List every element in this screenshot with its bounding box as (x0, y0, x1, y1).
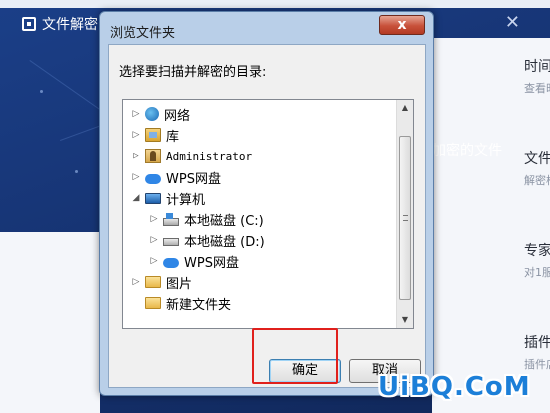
feature-sub-file: 解密核 (524, 174, 550, 187)
tree-item-computer[interactable]: ◢ 计算机 (131, 188, 205, 208)
tree-item-label: Administrator (166, 149, 253, 163)
app-left-panel (0, 232, 100, 413)
app-close-icon[interactable]: ✕ (505, 12, 520, 33)
tree-item-drive-c[interactable]: ▷ 本地磁盘 (C:) (149, 209, 264, 229)
decor-dot (75, 170, 78, 173)
feature-title-expert: 专家 (524, 243, 550, 259)
cloud-icon (145, 173, 161, 184)
user-folder-icon (145, 149, 161, 163)
drive-d-icon (163, 238, 179, 246)
tree-item-label: WPS网盘 (184, 255, 239, 271)
feature-sub-time: 查看时 (524, 82, 550, 95)
expand-arrow-icon[interactable]: ▷ (131, 151, 141, 161)
app-mid-text: 加密的文件 (432, 143, 502, 159)
grip-icon (403, 215, 408, 221)
lock-icon (22, 17, 36, 31)
dialog-prompt: 选择要扫描并解密的目录: (119, 65, 267, 80)
scrollbar-thumb[interactable] (399, 136, 411, 300)
tree-item-wps-cloud-sub[interactable]: ▷ WPS网盘 (149, 251, 239, 271)
tree-item-label: 网络 (164, 108, 191, 124)
tree-item-new-folder[interactable]: 新建文件夹 (131, 293, 231, 313)
network-globe-icon (145, 107, 159, 121)
tree-item-library[interactable]: ▷ 库 (131, 125, 179, 145)
expand-arrow-icon[interactable]: ▷ (149, 214, 159, 224)
dialog-close-button[interactable]: x (379, 15, 425, 35)
library-icon (145, 128, 161, 142)
expand-arrow-icon[interactable]: ▷ (149, 256, 159, 266)
tree-item-drive-d[interactable]: ▷ 本地磁盘 (D:) (149, 230, 265, 250)
scroll-up-arrow-icon[interactable]: ▲ (397, 100, 413, 116)
tree-item-label: 计算机 (166, 192, 206, 208)
dialog-title: 浏览文件夹 (110, 26, 176, 41)
folder-icon (145, 276, 161, 288)
feature-sub-plugin: 插件店 (524, 358, 550, 371)
drive-c-icon (163, 212, 179, 226)
ok-highlight-box (252, 328, 338, 384)
expand-arrow-icon[interactable]: ▷ (131, 172, 141, 182)
feature-title-time: 时间 (524, 59, 550, 75)
tree-item-label: 图片 (166, 276, 193, 292)
feature-title-file: 文件 (524, 151, 550, 167)
computer-icon (145, 192, 161, 204)
expand-arrow-icon[interactable]: ▷ (149, 235, 159, 245)
app-title-label: 文件解密 (42, 17, 98, 33)
expand-arrow-icon[interactable]: ▷ (131, 130, 141, 140)
watermark-logo: UiBQ.CoM (378, 372, 531, 402)
tree-item-label: 新建文件夹 (166, 297, 232, 313)
expand-arrow-icon[interactable]: ▷ (131, 109, 141, 119)
tree-item-label: 库 (166, 129, 180, 145)
app-top-strip (0, 0, 550, 8)
feature-sub-expert: 对1服 (524, 266, 550, 279)
tree-item-network[interactable]: ▷ 网络 (131, 104, 190, 124)
app-title: 文件解密 (22, 14, 98, 34)
app-right-panel: 时间 查看时 文件 解密核 专家 对1服 插件 插件店 (432, 38, 550, 413)
tree-item-label: 本地磁盘 (D:) (184, 234, 265, 250)
tree-item-label: WPS网盘 (166, 171, 221, 187)
feature-title-plugin: 插件 (524, 335, 550, 351)
tree-item-label: 本地磁盘 (C:) (184, 213, 264, 229)
expand-arrow-icon[interactable]: ▷ (131, 277, 141, 287)
tree-item-administrator[interactable]: ▷ Administrator (131, 146, 252, 166)
tree-item-wps-cloud[interactable]: ▷ WPS网盘 (131, 167, 221, 187)
scroll-down-arrow-icon[interactable]: ▼ (397, 312, 413, 328)
cloud-icon (163, 257, 179, 268)
vertical-scrollbar[interactable]: ▲ ▼ (396, 100, 413, 328)
tree-item-pictures[interactable]: ▷ 图片 (131, 272, 192, 292)
collapse-arrow-icon[interactable]: ◢ (131, 193, 141, 203)
decor-dot (40, 90, 43, 93)
folder-icon (145, 297, 161, 309)
folder-tree[interactable]: ▷ 网络 ▷ 库 ▷ Administrator ▷ WPS网盘 ◢ 计算机 ▷… (122, 99, 414, 329)
